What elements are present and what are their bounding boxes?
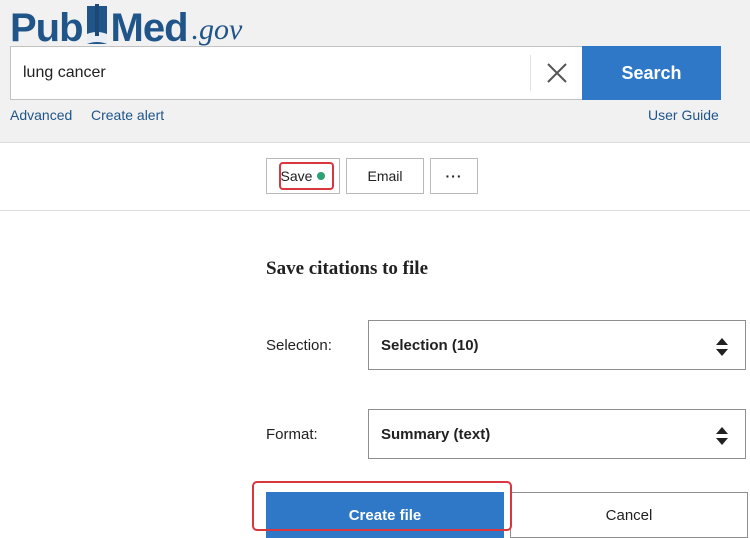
book-icon	[84, 4, 110, 48]
selection-select[interactable]: Selection (10)	[368, 320, 746, 370]
format-value: Summary (text)	[381, 425, 491, 443]
search-button[interactable]: Search	[582, 46, 721, 100]
save-panel-title: Save citations to file	[266, 258, 429, 279]
email-button[interactable]: Email	[346, 158, 424, 194]
format-select[interactable]: Summary (text)	[368, 409, 746, 459]
selection-value: Selection (10)	[381, 336, 479, 354]
create-alert-link[interactable]: Create alert	[91, 107, 164, 123]
format-label: Format:	[266, 426, 318, 443]
user-guide-link[interactable]: User Guide	[648, 107, 719, 123]
clear-search-button[interactable]	[531, 47, 583, 99]
advanced-search-link[interactable]: Advanced	[10, 107, 72, 123]
sort-arrows-icon	[716, 427, 728, 445]
cancel-button[interactable]: Cancel	[510, 492, 748, 538]
logo-text-gov: .gov	[191, 13, 243, 46]
active-indicator-icon	[317, 172, 326, 180]
search-input[interactable]	[11, 47, 530, 99]
more-actions-button[interactable]: ···	[430, 158, 478, 194]
create-file-button[interactable]: Create file	[266, 492, 504, 538]
header: Pub Med .gov Search Advanced Create aler…	[0, 0, 750, 143]
logo-text-med: Med	[110, 6, 189, 50]
results-toolbar: Save Email ···	[0, 144, 750, 211]
close-icon	[547, 63, 567, 83]
sort-arrows-icon	[716, 338, 728, 356]
pubmed-logo[interactable]: Pub Med .gov	[10, 2, 242, 48]
logo-text-pub: Pub	[10, 6, 84, 50]
selection-label: Selection:	[266, 337, 332, 354]
search-box	[10, 46, 582, 100]
save-button[interactable]: Save	[266, 158, 340, 194]
save-button-label: Save	[280, 168, 313, 184]
